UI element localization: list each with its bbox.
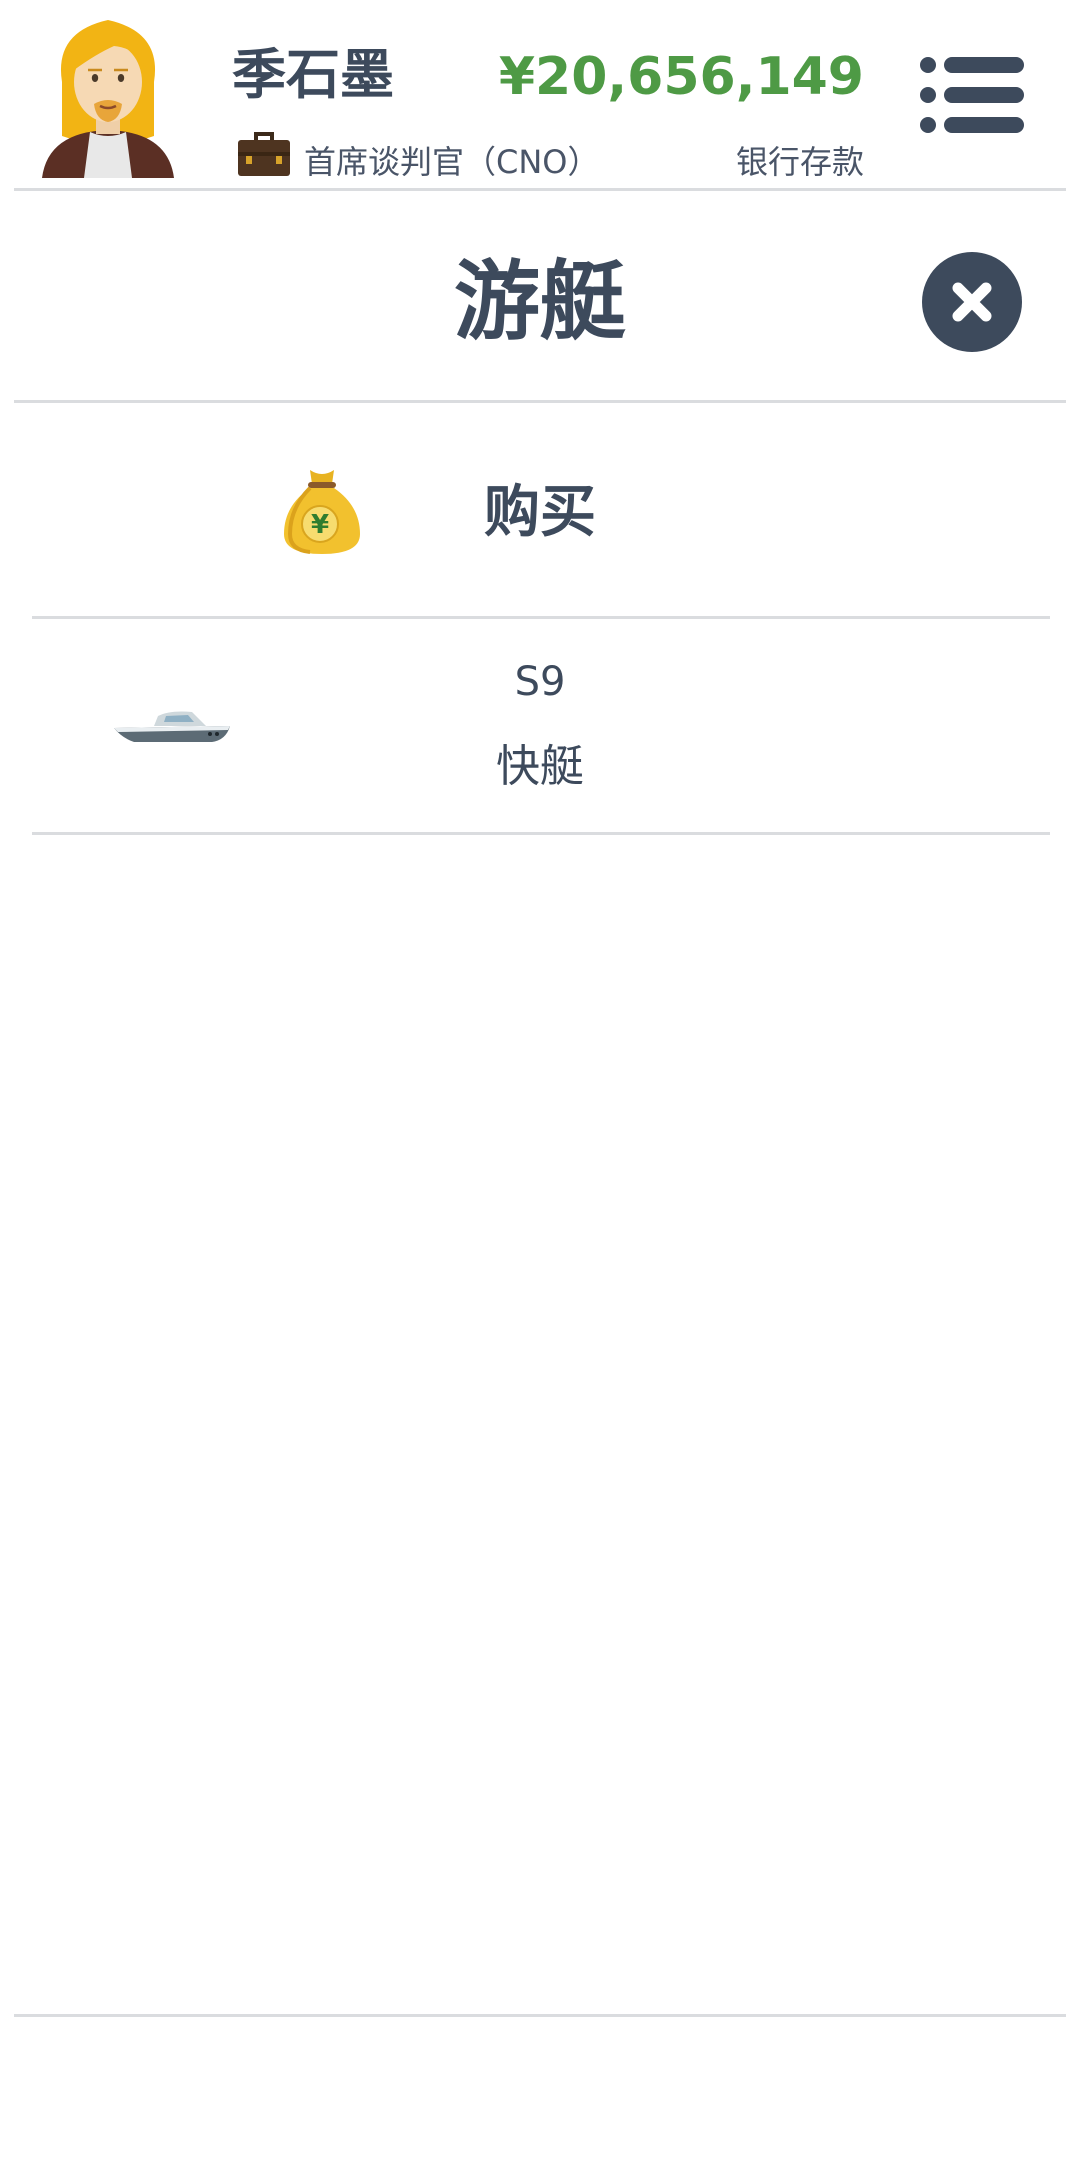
close-button[interactable] (922, 252, 1022, 352)
bottom-divider (14, 2014, 1066, 2017)
close-icon (952, 282, 992, 322)
title-divider (14, 400, 1066, 403)
yacht-type: 快艇 (496, 741, 584, 792)
svg-text:¥: ¥ (311, 510, 329, 540)
bank-balance-label: 银行存款 (735, 143, 864, 181)
buy-label: 购买 (484, 480, 596, 545)
list-menu-icon[interactable] (920, 56, 1024, 134)
page-title: 游艇 (454, 252, 626, 352)
briefcase-icon (238, 132, 290, 176)
yacht-model: S9 (514, 659, 566, 705)
avatar[interactable] (40, 12, 176, 178)
row-divider (32, 832, 1050, 835)
job-title: 首席谈判官（CNO） (304, 143, 600, 181)
player-header: 季石墨 首席谈判官（CNO） ¥20,656,149 银行存款 (0, 0, 1080, 190)
bank-balance: ¥20,656,149 (498, 47, 864, 107)
money-bag-icon: ¥ (284, 470, 360, 554)
buy-yacht-button[interactable]: ¥ 购买 (30, 404, 1050, 616)
yacht-list-item[interactable]: S9 快艇 (30, 620, 1050, 832)
row-divider (32, 616, 1050, 619)
header-divider (14, 188, 1066, 191)
player-name: 季石墨 (232, 43, 394, 106)
